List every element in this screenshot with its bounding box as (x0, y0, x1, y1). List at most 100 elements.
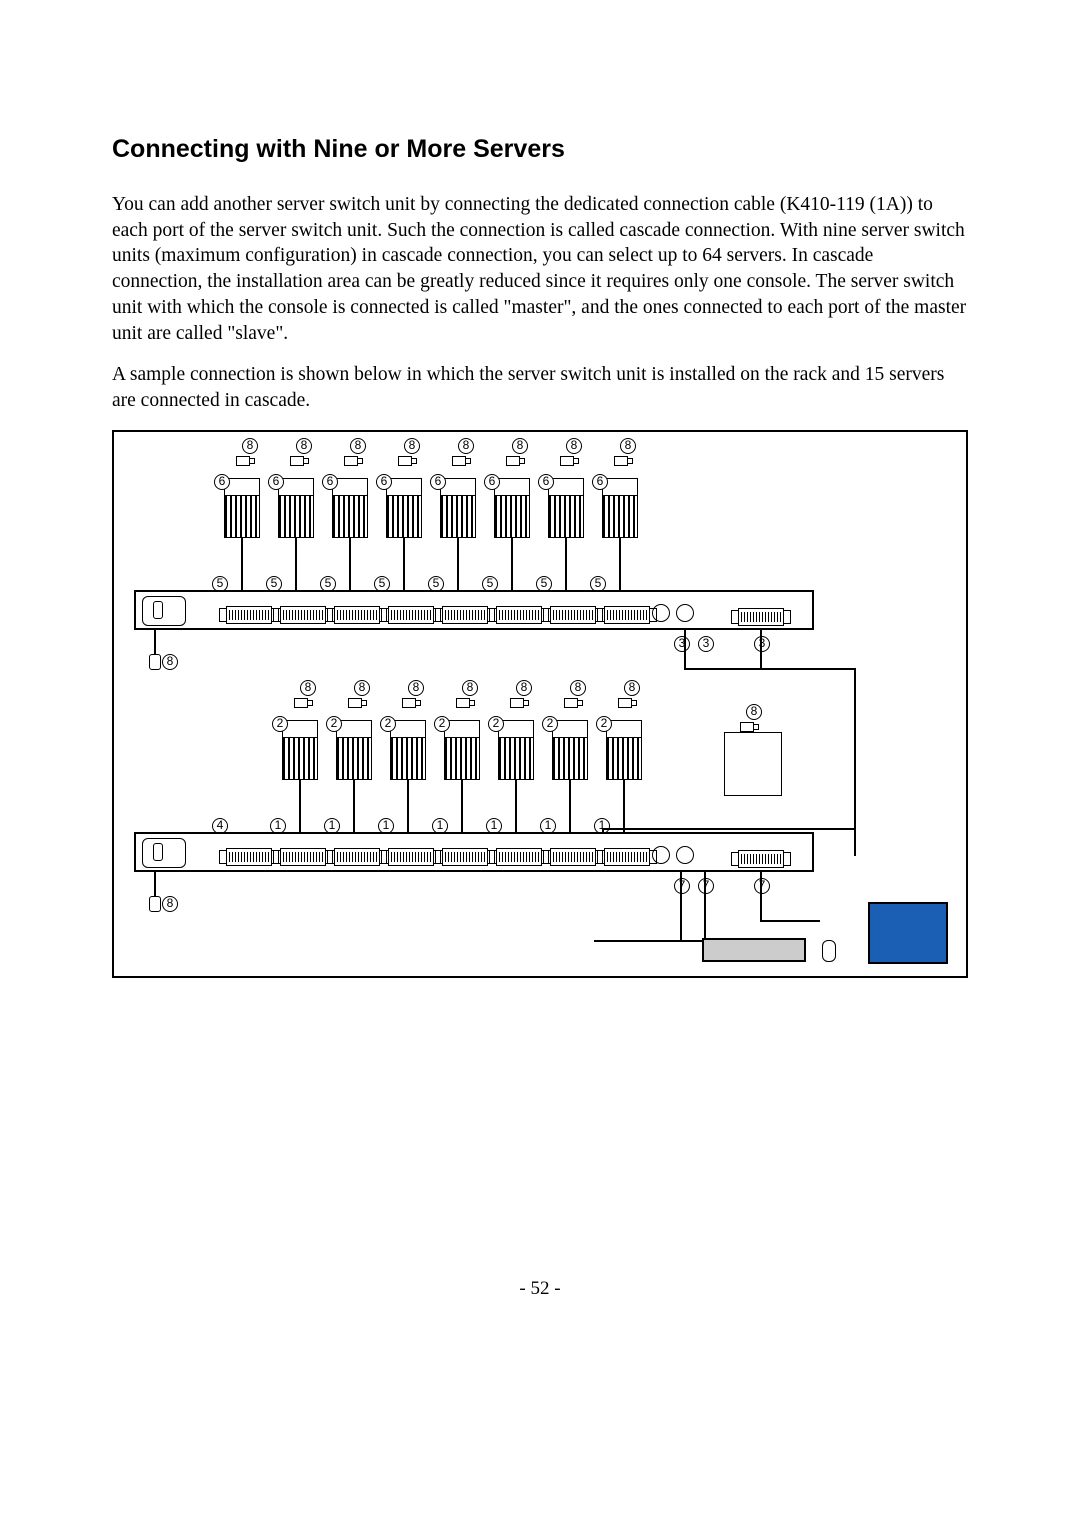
callout-8: 8 (404, 438, 420, 454)
document-page: Connecting with Nine or More Servers You… (0, 0, 1080, 1360)
callout-6: 6 (376, 474, 392, 490)
paragraph-1: You can add another server switch unit b… (112, 192, 968, 346)
port-icon (334, 848, 380, 866)
callout-6: 6 (430, 474, 446, 490)
callout-8: 8 (300, 680, 316, 696)
callout-8: 8 (458, 438, 474, 454)
callout-7: 7 (698, 878, 714, 894)
page-number: - 52 - (112, 1278, 968, 1300)
cascade-connection-diagram: 8 8 8 8 8 8 8 8 6 6 6 6 6 6 6 6 5 5 5 5 … (112, 430, 968, 978)
cable-line (680, 872, 682, 942)
plug-icon (564, 698, 578, 708)
cable-line (403, 538, 405, 590)
cable-line (760, 920, 820, 922)
section-heading: Connecting with Nine or More Servers (112, 135, 968, 164)
callout-8: 8 (408, 680, 424, 696)
callout-8: 8 (296, 438, 312, 454)
cable-line (299, 780, 301, 832)
callout-8: 8 (624, 680, 640, 696)
callout-2: 2 (542, 716, 558, 732)
cable-line (684, 668, 856, 670)
cable-line (704, 872, 706, 942)
cable-line (154, 630, 156, 654)
callout-2: 2 (326, 716, 342, 732)
master-switch-unit (134, 832, 814, 872)
paragraph-2: A sample connection is shown below in wh… (112, 362, 968, 413)
cable-line (457, 538, 459, 590)
plug-icon (740, 722, 754, 732)
ps2-port-icon (652, 846, 670, 864)
cable-line (623, 780, 625, 832)
callout-3: 3 (754, 636, 770, 652)
callout-8: 8 (512, 438, 528, 454)
plug-icon (510, 698, 524, 708)
plug-icon (456, 698, 470, 708)
cable-line (511, 538, 513, 590)
port-icon (226, 848, 272, 866)
callout-2: 2 (380, 716, 396, 732)
callout-6: 6 (322, 474, 338, 490)
cable-line (602, 828, 856, 830)
cable-line (349, 538, 351, 590)
cable-line (602, 828, 604, 834)
console-area (646, 596, 806, 626)
port-icon (496, 848, 542, 866)
callout-3: 3 (674, 636, 690, 652)
port-icon (226, 606, 272, 624)
plug-icon (348, 698, 362, 708)
slave-switch-unit (134, 590, 814, 630)
plug-icon (294, 698, 308, 708)
callout-7: 7 (674, 878, 690, 894)
component-box (724, 732, 782, 796)
callout-6: 6 (592, 474, 608, 490)
cable-line (565, 538, 567, 590)
callout-8: 8 (746, 704, 762, 720)
port-icon (442, 606, 488, 624)
ps2-port-icon (676, 604, 694, 622)
callout-8: 8 (620, 438, 636, 454)
port-icon (334, 606, 380, 624)
port-icon (388, 606, 434, 624)
callout-8: 8 (350, 438, 366, 454)
cable-line (515, 780, 517, 832)
cable-line (760, 872, 762, 922)
power-socket-icon (142, 838, 186, 868)
power-socket-icon (142, 596, 186, 626)
port-icon (388, 848, 434, 866)
callout-6: 6 (214, 474, 230, 490)
callout-8: 8 (162, 896, 178, 912)
plug-icon (614, 456, 628, 466)
cable-line (569, 780, 571, 832)
cable-line (241, 538, 243, 590)
plug-icon (506, 456, 520, 466)
port-icon (442, 848, 488, 866)
port-icon (604, 606, 650, 624)
cable-line (684, 630, 686, 670)
ps2-port-icon (652, 604, 670, 622)
callout-7: 7 (754, 878, 770, 894)
callout-2: 2 (434, 716, 450, 732)
ac-plug-icon (149, 896, 161, 912)
cable-line (594, 940, 706, 942)
callout-8: 8 (162, 654, 178, 670)
plug-icon (344, 456, 358, 466)
plug-icon (398, 456, 412, 466)
plug-icon (560, 456, 574, 466)
plug-icon (290, 456, 304, 466)
monitor-icon (868, 902, 948, 964)
ps2-port-icon (676, 846, 694, 864)
cable-line (154, 872, 156, 896)
callout-8: 8 (242, 438, 258, 454)
callout-6: 6 (538, 474, 554, 490)
callout-8: 8 (516, 680, 532, 696)
cable-line (295, 538, 297, 590)
callout-3: 3 (698, 636, 714, 652)
plug-icon (452, 456, 466, 466)
callout-6: 6 (484, 474, 500, 490)
plug-icon (236, 456, 250, 466)
callout-8: 8 (462, 680, 478, 696)
port-icon (738, 850, 784, 868)
cable-line (461, 780, 463, 832)
port-icon (496, 606, 542, 624)
callout-8: 8 (566, 438, 582, 454)
